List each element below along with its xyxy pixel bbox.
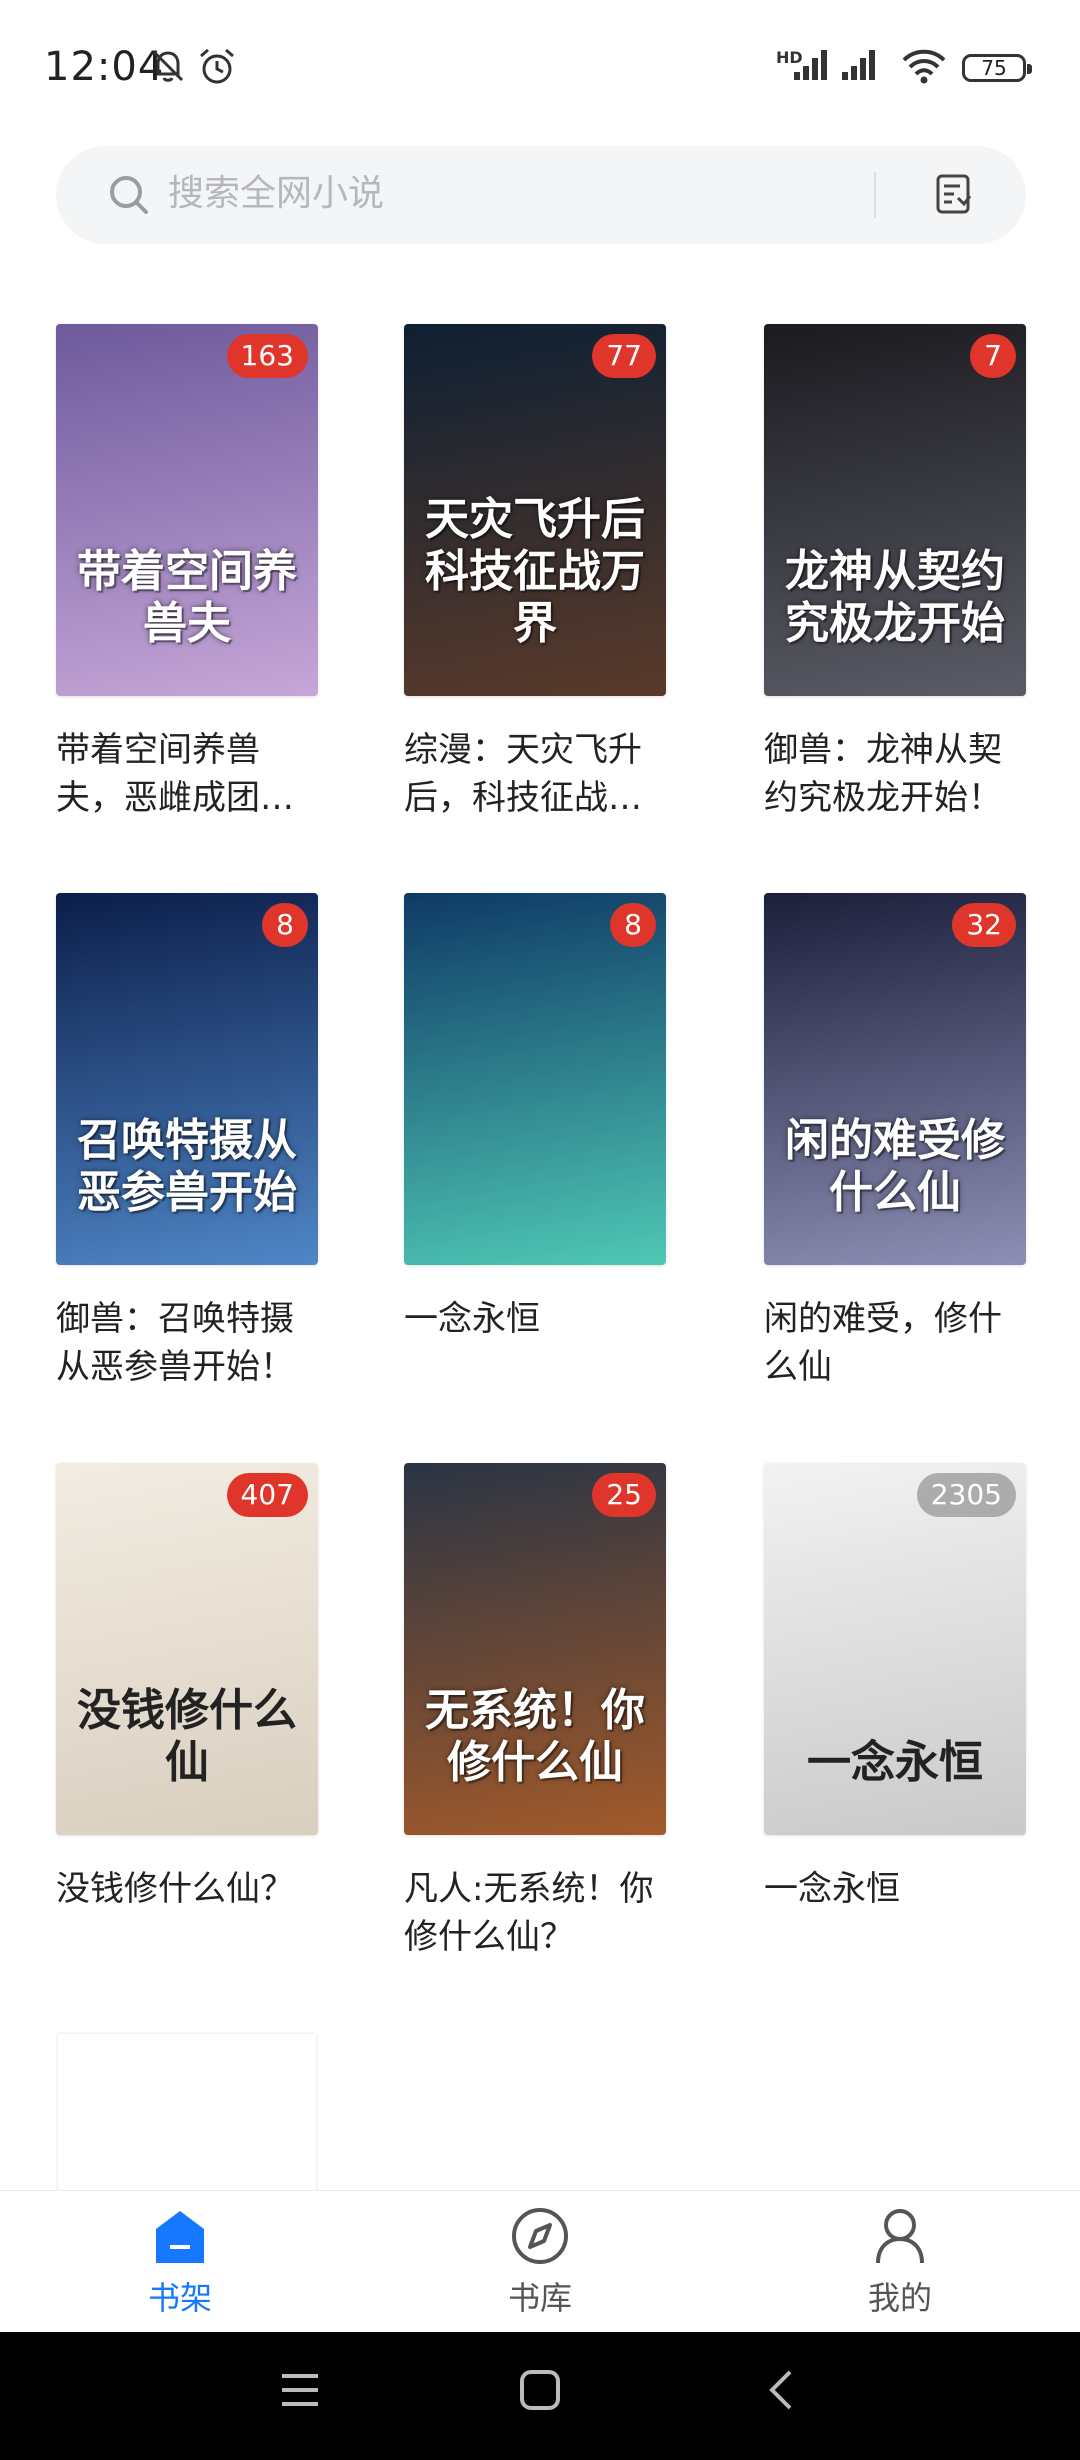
search-icon: [110, 176, 148, 214]
battery-icon: 75: [962, 54, 1032, 82]
book-title[interactable]: 闲的难受，修什么仙: [764, 1295, 1026, 1391]
book-title[interactable]: 综漫：天灾飞升后，科技征战万界: [404, 726, 666, 822]
unread-count-badge: 7: [970, 334, 1016, 378]
book-item[interactable]: 天灾飞升后科技征战万界 77 综漫：天灾飞升后，科技征战万界: [404, 324, 666, 822]
cover-title-art: 带着空间养兽夫: [77, 546, 297, 649]
book-cover[interactable]: 龙神从契约究极龙开始 7: [764, 324, 1026, 696]
nav-item-bookshelf[interactable]: 书架: [80, 2205, 280, 2319]
nav-label-profile: 我的: [867, 2279, 932, 2317]
shelf-manage-icon[interactable]: [930, 170, 978, 218]
book-item[interactable]: 带着空间养兽夫 163 带着空间养兽夫，恶雌成团宠了: [56, 324, 318, 822]
book-title[interactable]: 一念永恒: [764, 1865, 1026, 1913]
book-item[interactable]: 召唤特摄从恶参兽开始 8 御兽：召唤特摄从恶参兽开始！: [56, 893, 318, 1391]
book-title[interactable]: 一念永恒: [404, 1295, 666, 1343]
book-item[interactable]: 一念永恒 2305 一念永恒: [764, 1463, 1026, 1913]
book-title[interactable]: 带着空间养兽夫，恶雌成团宠了: [56, 726, 318, 822]
unread-count-badge: 8: [262, 903, 308, 947]
book-cover[interactable]: 没钱修什么仙 407: [56, 1463, 318, 1835]
book-cover[interactable]: 闲的难受修什么仙 32: [764, 893, 1026, 1265]
signal-icon-2: [842, 50, 875, 80]
system-nav-bar: [0, 2332, 1080, 2460]
cover-title-art: 一念永恒: [807, 1737, 983, 1788]
cover-title-art: 没钱修什么仙: [77, 1685, 297, 1788]
back-icon[interactable]: [760, 2368, 804, 2412]
book-cover-partial[interactable]: [58, 2034, 316, 2194]
bookshelf-icon: [156, 2211, 204, 2263]
menu-icon[interactable]: [278, 2368, 322, 2412]
alarm-icon: [200, 48, 234, 84]
signal-icon: [794, 50, 827, 80]
book-title[interactable]: 没钱修什么仙？: [56, 1865, 318, 1913]
unread-count-badge: 77: [592, 334, 656, 378]
unread-count-badge: 407: [226, 1473, 308, 1517]
book-cover[interactable]: 一念永恒 2305: [764, 1463, 1026, 1835]
book-item[interactable]: 无系统！你修什么仙 25 凡人:无系统！你修什么仙？: [404, 1463, 666, 1961]
book-cover[interactable]: 召唤特摄从恶参兽开始 8: [56, 893, 318, 1265]
nav-item-profile[interactable]: 我的: [800, 2205, 1000, 2319]
book-title[interactable]: 御兽：龙神从契约究极龙开始！: [764, 726, 1026, 822]
nav-label-bookshelf: 书架: [147, 2279, 212, 2317]
book-title[interactable]: 御兽：召唤特摄从恶参兽开始！: [56, 1295, 318, 1391]
unread-count-badge: 163: [226, 334, 308, 378]
unread-count-badge: 8: [610, 903, 656, 947]
book-cover[interactable]: 8: [404, 893, 666, 1265]
unread-count-badge: 25: [592, 1473, 656, 1517]
book-item[interactable]: 没钱修什么仙 407 没钱修什么仙？: [56, 1463, 318, 1913]
unread-count-badge: 2305: [916, 1473, 1016, 1517]
bell-off-icon: [152, 50, 184, 82]
book-item[interactable]: 龙神从契约究极龙开始 7 御兽：龙神从契约究极龙开始！: [764, 324, 1026, 822]
book-item[interactable]: 闲的难受修什么仙 32 闲的难受，修什么仙: [764, 893, 1026, 1391]
book-item[interactable]: 8 一念永恒: [404, 893, 666, 1343]
home-icon[interactable]: [518, 2368, 562, 2412]
cover-title-art: 天灾飞升后科技征战万界: [425, 494, 645, 649]
status-time: 12:04: [44, 44, 165, 90]
nav-item-library[interactable]: 书库: [440, 2205, 640, 2319]
cover-title-art: 无系统！你修什么仙: [425, 1685, 645, 1788]
cover-title-art: 召唤特摄从恶参兽开始: [77, 1115, 297, 1218]
nav-label-library: 书库: [507, 2279, 572, 2317]
bottom-nav: 书架 书库 我的: [0, 2190, 1080, 2333]
book-title[interactable]: 凡人:无系统！你修什么仙？: [404, 1865, 666, 1961]
unread-count-badge: 32: [952, 903, 1016, 947]
book-cover[interactable]: 无系统！你修什么仙 25: [404, 1463, 666, 1835]
book-cover[interactable]: 带着空间养兽夫 163: [56, 324, 318, 696]
status-bar: 12:04 HD 75: [0, 0, 1080, 130]
cover-title-art: 龙神从契约究极龙开始: [785, 546, 1005, 649]
user-icon: [876, 2209, 924, 2264]
search-bar[interactable]: 搜索全网小说: [56, 146, 1026, 244]
cover-title-art: 闲的难受修什么仙: [785, 1115, 1005, 1218]
search-divider: [874, 172, 876, 218]
wifi-icon: [902, 49, 946, 84]
compass-icon: [512, 2208, 568, 2264]
book-cover[interactable]: 天灾飞升后科技征战万界 77: [404, 324, 666, 696]
search-input[interactable]: 搜索全网小说: [168, 172, 384, 216]
